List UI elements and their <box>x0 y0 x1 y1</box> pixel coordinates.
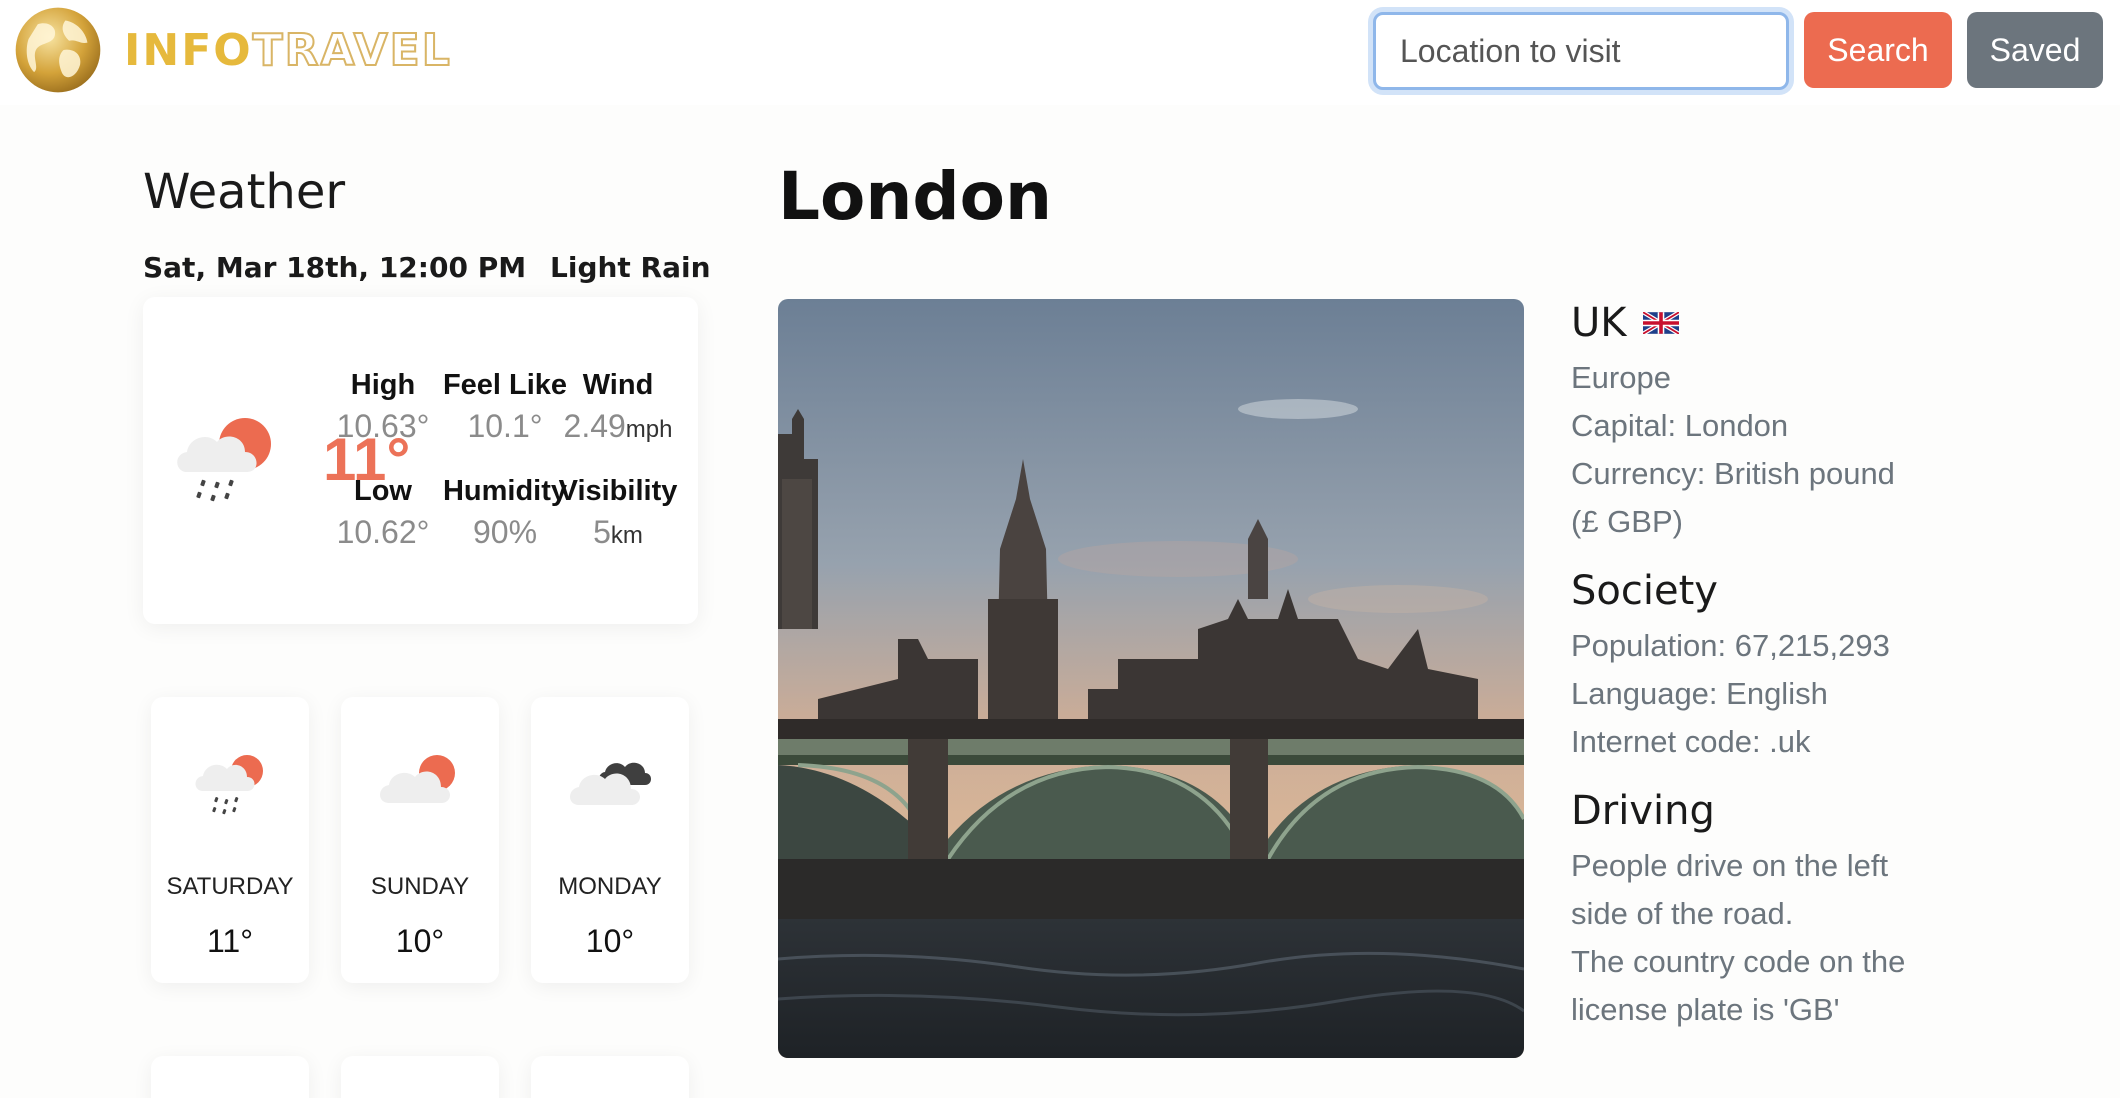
language-text: Language: English <box>1571 676 1828 711</box>
rain-sun-icon <box>177 418 271 502</box>
plate-code-text: The country code on the <box>1571 944 1906 979</box>
globe-icon <box>15 7 101 93</box>
search-button[interactable]: Search <box>1804 12 1952 88</box>
stat-visibility-unit: km <box>610 522 643 549</box>
city-photo <box>778 299 1524 1058</box>
currency-text: Currency: British pound <box>1571 456 1895 491</box>
forecast-card-sunday[interactable]: SUNDAY 10° <box>341 697 499 983</box>
location-search-input[interactable] <box>1373 12 1789 90</box>
stat-feel-like-value: 10.1° <box>467 408 543 444</box>
country-heading: UK <box>1571 300 1971 346</box>
capital-text: Capital: London <box>1571 408 1789 443</box>
stat-wind: Wind 2.49mph <box>553 369 683 445</box>
stat-visibility-number: 5 <box>593 514 611 550</box>
plate-code-text-cont: license plate is 'GB' <box>1571 992 1840 1027</box>
stat-high-label: High <box>350 369 416 401</box>
internet-code-text: Internet code: .uk <box>1571 724 1811 759</box>
society-heading: Society <box>1571 568 1718 614</box>
westminster-photo <box>778 299 1524 1058</box>
weather-condition: Light Rain <box>550 251 711 284</box>
stat-visibility: Visibility 5km <box>553 475 683 551</box>
stat-humidity-label: Humidity <box>442 475 568 507</box>
navbar: INFOTRAVEL Search Saved <box>0 0 2120 105</box>
country-info: UK Europe Capital: London Currency: Brit… <box>1571 300 1971 1034</box>
weather-heading: Weather <box>143 164 346 220</box>
forecast-temp: 10° <box>585 923 635 959</box>
uk-flag-icon <box>1642 312 1679 334</box>
stat-feel-like-label: Feel Like <box>442 369 568 401</box>
driving-side-text-cont: side of the road. <box>1571 896 1794 931</box>
forecast-card-partial[interactable] <box>341 1056 499 1098</box>
population-text: Population: 67,215,293 <box>1571 628 1890 663</box>
stat-wind-unit: mph <box>625 416 673 443</box>
brand-logo[interactable]: INFOTRAVEL <box>12 4 452 96</box>
stat-wind-label: Wind <box>582 369 654 401</box>
stat-humidity-value: 90% <box>472 514 538 550</box>
currency-code-text: (£ GBP) <box>1571 504 1683 539</box>
forecast-temp: 10° <box>395 923 445 959</box>
stat-low: Low 10.62° <box>318 475 448 551</box>
forecast-day: SATURDAY <box>166 873 294 900</box>
country-name: UK <box>1571 300 1627 346</box>
current-weather-card: High 10.63° Feel Like 10.1° Wind 2.49mph… <box>143 297 698 624</box>
brand-name-part2: TRAVEL <box>252 24 452 77</box>
stat-feel-like: Feel Like 10.1° <box>440 369 570 445</box>
forecast-day: MONDAY <box>558 873 662 900</box>
driving-heading: Driving <box>1571 788 1715 834</box>
region-text: Europe <box>1571 360 1671 395</box>
rain-sun-icon <box>195 755 263 815</box>
forecast-day: SUNDAY <box>370 873 470 900</box>
forecast-temp: 11° <box>206 923 253 959</box>
stat-low-value: 10.62° <box>336 514 430 550</box>
forecast-card-partial[interactable] <box>151 1056 309 1098</box>
stat-visibility-label: Visibility <box>558 475 678 507</box>
stat-wind-value: 2.49mph <box>553 408 683 445</box>
city-name: London <box>778 158 1052 235</box>
stat-wind-number: 2.49 <box>563 408 626 444</box>
stat-visibility-value: 5km <box>553 514 683 551</box>
saved-button[interactable]: Saved <box>1967 12 2103 88</box>
dark-clouds-icon <box>570 762 651 805</box>
weather-datetime: Sat, Mar 18th, 12:00 PM <box>143 251 527 284</box>
driving-side-text: People drive on the left <box>1571 848 1889 883</box>
brand-name-part1: INFO <box>124 24 253 76</box>
brand-name: INFOTRAVEL <box>124 24 452 77</box>
forecast-card-saturday[interactable]: SATURDAY 11° <box>151 697 309 983</box>
forecast-card-partial[interactable] <box>531 1056 689 1098</box>
stat-low-label: Low <box>354 475 412 507</box>
forecast-card-monday[interactable]: MONDAY 10° <box>531 697 689 983</box>
partly-cloudy-icon <box>380 755 455 803</box>
stat-humidity: Humidity 90% <box>440 475 570 551</box>
